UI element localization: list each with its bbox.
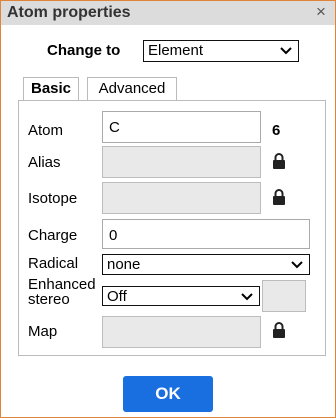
alias-input [102,146,261,178]
dialog-title: Atom properties [7,4,131,21]
isotope-label: Isotope [28,190,78,207]
atom-label: Atom [28,122,64,139]
enhanced-stereo-select[interactable]: Off [102,286,260,306]
isotope-input [102,182,261,214]
change-to-value: Element [148,42,204,59]
charge-label: Charge [28,227,78,244]
tab-advanced[interactable]: Advanced [87,77,177,101]
enhanced-stereo-label: Enhanced stereo [28,277,96,307]
radical-value: none [107,256,141,273]
chevron-down-icon [280,47,292,55]
lock-icon [273,322,285,338]
ok-button[interactable]: OK [123,376,213,412]
charge-value: 0 [109,227,118,244]
atomic-number: 6 [272,122,281,139]
alias-label: Alias [28,154,61,171]
atom-properties-dialog: Atom properties × Change to Element Basi… [0,0,336,418]
atom-input[interactable]: C [102,111,261,143]
chevron-down-icon [241,293,253,301]
chevron-down-icon [291,261,303,269]
charge-input[interactable]: 0 [102,219,310,249]
map-input [102,316,261,348]
lock-icon [273,189,285,205]
change-to-label: Change to [47,42,121,59]
enhanced-stereo-value: Off [107,288,127,305]
change-to-select[interactable]: Element [143,40,299,62]
lock-icon [273,153,285,169]
title-bar: Atom properties × [1,1,335,25]
close-icon[interactable]: × [313,3,329,21]
radical-select[interactable]: none [102,254,310,275]
atom-value: C [109,119,120,136]
radical-label: Radical [28,255,79,272]
enhanced-stereo-group-input [262,280,306,312]
tab-basic[interactable]: Basic [23,77,79,101]
enhanced-stereo-label-line2: stereo [28,291,70,308]
map-label: Map [28,323,58,340]
